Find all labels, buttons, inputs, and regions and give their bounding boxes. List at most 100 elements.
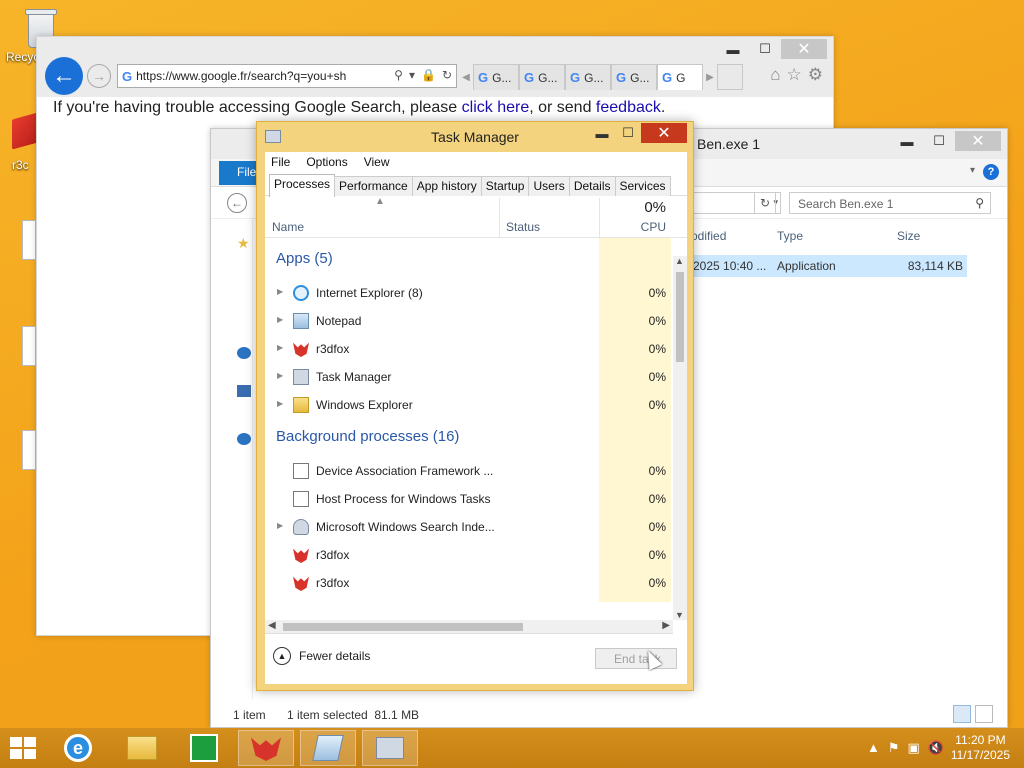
- desktop-file-icon[interactable]: [22, 326, 36, 366]
- tm-minimize-button[interactable]: ▬: [589, 123, 615, 143]
- col-status[interactable]: Status: [506, 220, 540, 234]
- ie-close-button[interactable]: ✕: [781, 39, 827, 59]
- tab-processes[interactable]: Processes: [269, 174, 336, 197]
- taskbar-internet-explorer[interactable]: e: [50, 730, 106, 766]
- process-row[interactable]: ▶ r3dfox 0%: [265, 335, 671, 363]
- taskbar-task-manager[interactable]: [362, 730, 418, 766]
- refresh-icon[interactable]: ↻: [442, 68, 452, 82]
- collapse-chevron-icon[interactable]: ▲: [273, 647, 291, 665]
- taskbar-store[interactable]: [176, 730, 232, 766]
- ie-address-bar[interactable]: G https://www.google.fr/search?q=you+sh …: [117, 64, 457, 88]
- desktop-file-icon[interactable]: [22, 220, 36, 260]
- scroll-down-icon[interactable]: ▼: [675, 610, 684, 620]
- col-date-modified[interactable]: odified: [691, 229, 726, 243]
- favorites-star-icon[interactable]: ★: [237, 235, 250, 252]
- scroll-right-icon[interactable]: ▶: [662, 620, 670, 631]
- end-task-button[interactable]: End task: [595, 648, 677, 669]
- process-row[interactable]: ▶ Internet Explorer (8) 0%: [265, 279, 671, 307]
- new-tab-button[interactable]: [717, 64, 743, 90]
- scrollbar-thumb[interactable]: [283, 623, 523, 631]
- ie-maximize-button[interactable]: ☐: [749, 39, 781, 59]
- col-name[interactable]: Name: [272, 220, 304, 234]
- ie-tab[interactable]: G G...: [611, 64, 657, 90]
- desktop-file-icon[interactable]: [22, 430, 36, 470]
- process-row[interactable]: ▶ Notepad 0%: [265, 307, 671, 335]
- tab-services[interactable]: Services: [614, 176, 671, 196]
- process-row[interactable]: Device Association Framework ... 0%: [265, 457, 671, 485]
- scrollbar-thumb[interactable]: [676, 272, 684, 362]
- ie-minimize-button[interactable]: ▬: [717, 39, 749, 59]
- action-center-flag-icon[interactable]: ⚑: [888, 740, 900, 756]
- explorer-maximize-button[interactable]: ☐: [923, 131, 955, 151]
- process-row[interactable]: ▶ Windows Explorer 0%: [265, 391, 671, 419]
- col-size[interactable]: Size: [897, 229, 920, 243]
- expand-arrow-icon[interactable]: ▶: [277, 287, 283, 296]
- taskbar-r3dfox[interactable]: [238, 730, 294, 766]
- menu-file[interactable]: File: [271, 155, 290, 172]
- details-view-icon[interactable]: [953, 705, 971, 723]
- tm-maximize-button[interactable]: ☐: [615, 123, 641, 143]
- tab-users[interactable]: Users: [528, 176, 570, 196]
- expand-arrow-icon[interactable]: ▶: [277, 371, 283, 380]
- expand-arrow-icon[interactable]: ▶: [277, 399, 283, 408]
- ie-tab[interactable]: G G...: [473, 64, 519, 90]
- network-icon[interactable]: [237, 347, 251, 359]
- expand-arrow-icon[interactable]: ▶: [277, 315, 283, 324]
- search-icon[interactable]: ⚲: [394, 68, 403, 82]
- tab-performance[interactable]: Performance: [334, 176, 413, 196]
- taskbar-clock[interactable]: 11:20 PM 11/17/2025: [951, 733, 1010, 763]
- menu-options[interactable]: Options: [306, 155, 347, 172]
- explorer-search-input[interactable]: Search Ben.exe 1 ⚲: [789, 192, 991, 214]
- taskbar-file-explorer[interactable]: [114, 730, 170, 766]
- explorer-minimize-button[interactable]: ▬: [891, 131, 923, 151]
- network-icon[interactable]: ▣: [908, 740, 920, 756]
- show-hidden-icons-icon[interactable]: ▲: [867, 740, 880, 756]
- process-row[interactable]: ▶ Microsoft Windows Search Inde... 0%: [265, 513, 671, 541]
- tab-details[interactable]: Details: [568, 176, 616, 196]
- click-here-link[interactable]: click here: [462, 99, 530, 116]
- col-type[interactable]: Type: [777, 229, 803, 243]
- start-button[interactable]: [10, 737, 38, 759]
- menu-view[interactable]: View: [364, 155, 390, 172]
- taskbar-notepad[interactable]: [300, 730, 356, 766]
- help-icon[interactable]: ?: [983, 164, 999, 180]
- tm-horizontal-scrollbar[interactable]: ◀ ▶: [265, 620, 673, 634]
- settings-gear-icon[interactable]: ⚙: [808, 65, 823, 85]
- fewer-details-link[interactable]: Fewer details: [299, 649, 370, 663]
- explorer-back-button[interactable]: ←: [227, 193, 247, 213]
- computer-icon[interactable]: [237, 385, 251, 397]
- large-icons-view-icon[interactable]: [975, 705, 993, 723]
- dropdown-icon[interactable]: ▾: [409, 68, 415, 82]
- ie-tab[interactable]: G G...: [565, 64, 611, 90]
- favorites-star-icon[interactable]: ☆: [787, 65, 802, 85]
- homegroup-icon[interactable]: [237, 433, 251, 445]
- feedback-link[interactable]: feedback: [596, 99, 661, 116]
- tm-close-button[interactable]: ✕: [641, 123, 687, 143]
- tab-scroll-left-icon[interactable]: ◀: [459, 64, 473, 90]
- ie-forward-button[interactable]: →: [87, 64, 111, 88]
- lock-icon[interactable]: 🔒: [421, 68, 436, 82]
- process-row[interactable]: Host Process for Windows Tasks 0%: [265, 485, 671, 513]
- col-cpu[interactable]: CPU: [641, 220, 666, 234]
- tab-scroll-right-icon[interactable]: ▶: [703, 64, 717, 90]
- explorer-close-button[interactable]: ✕: [955, 131, 1001, 151]
- tab-startup[interactable]: Startup: [480, 176, 530, 196]
- scroll-left-icon[interactable]: ◀: [268, 620, 276, 631]
- process-row[interactable]: ▶ Task Manager 0%: [265, 363, 671, 391]
- explorer-refresh-button[interactable]: ↻: [754, 192, 776, 214]
- volume-muted-icon[interactable]: 🔇: [928, 740, 944, 756]
- ribbon-expand-icon[interactable]: ▾: [970, 165, 975, 176]
- scroll-up-icon[interactable]: ▲: [675, 256, 684, 266]
- process-row[interactable]: r3dfox 0%: [265, 541, 671, 569]
- task-manager-icon: [376, 737, 404, 759]
- ie-tab[interactable]: G G...: [519, 64, 565, 90]
- tab-app-history[interactable]: App history: [411, 176, 482, 196]
- home-icon[interactable]: ⌂: [770, 65, 780, 85]
- ie-tab-active[interactable]: GG: [657, 64, 703, 90]
- ie-back-button[interactable]: ←: [45, 57, 83, 95]
- expand-arrow-icon[interactable]: ▶: [277, 343, 283, 352]
- expand-arrow-icon[interactable]: ▶: [277, 521, 283, 530]
- file-row[interactable]: 2025 10:40 ... Application 83,114 KB: [691, 255, 967, 277]
- tm-vertical-scrollbar[interactable]: ▲ ▼: [673, 256, 687, 620]
- process-row[interactable]: r3dfox 0%: [265, 569, 671, 597]
